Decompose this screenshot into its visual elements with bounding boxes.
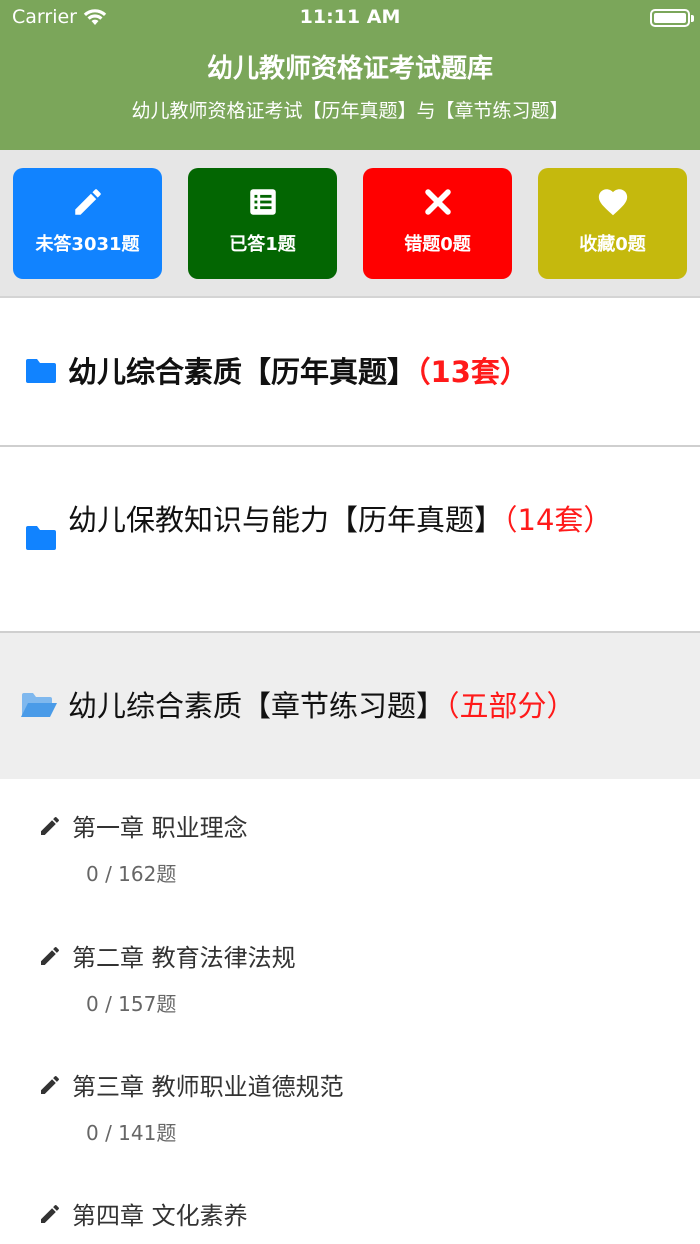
section-count: （13套） <box>416 355 529 389</box>
chapter-progress: 0 / 162题 <box>86 862 177 886</box>
page-subtitle: 幼儿教师资格证考试【历年真题】与【章节练习题】 <box>131 100 569 122</box>
answered-label: 已答1题 <box>229 234 296 255</box>
wrong-answers-button[interactable]: 错题0题 <box>363 168 512 279</box>
section-count: （五部分） <box>445 689 576 723</box>
section-count: （14套） <box>503 503 613 537</box>
pencil-icon <box>41 816 60 835</box>
x-icon <box>424 189 451 215</box>
folder-open-icon <box>21 693 57 717</box>
answered-button[interactable]: 已答1题 <box>188 168 337 279</box>
status-bar: Carrier 11:11 AM <box>0 0 700 36</box>
section-name: 幼儿综合素质【章节练习题】 <box>68 689 446 723</box>
pencil-icon <box>74 189 101 215</box>
chapter-progress: 0 / 141题 <box>86 1121 177 1145</box>
stats-bar: 未答3031题 已答1题 错题0题 收藏0题 <box>0 150 700 298</box>
battery-icon <box>650 9 694 27</box>
chapter-item-4[interactable]: 第四章 文化素养 <box>0 1178 700 1244</box>
page-title: 幼儿教师资格证考试题库 <box>206 54 493 84</box>
heart-icon <box>598 189 627 216</box>
section-row-comprehensive-chapters[interactable]: 幼儿综合素质【章节练习题】（五部分） <box>0 633 700 779</box>
chapter-item-3[interactable]: 第三章 教师职业道德规范 0 / 141题 <box>0 1049 700 1179</box>
section-name: 幼儿综合素质【历年真题】 <box>68 355 417 389</box>
unanswered-button[interactable]: 未答3031题 <box>13 168 162 279</box>
chapter-progress: 0 / 157题 <box>86 992 177 1016</box>
pencil-icon <box>41 1204 60 1223</box>
unanswered-label: 未答3031题 <box>35 234 140 255</box>
chapter-name: 第二章 教育法律法规 <box>72 944 296 972</box>
section-row-care-knowledge-exam[interactable]: 幼儿保教知识与能力【历年真题】（14套） <box>0 447 700 633</box>
chapter-name: 第一章 职业理念 <box>72 814 248 842</box>
pencil-icon <box>41 946 60 965</box>
chapter-item-1[interactable]: 第一章 职业理念 0 / 162题 <box>0 790 700 920</box>
folder-icon <box>26 359 56 383</box>
chapter-name: 第三章 教师职业道德规范 <box>72 1073 344 1101</box>
list-icon <box>249 189 276 215</box>
status-time: 11:11 AM <box>299 6 401 28</box>
wrong-answers-label: 错题0题 <box>404 234 471 255</box>
app-header: Carrier 11:11 AM 幼儿教师资格证考试题库 幼儿教师资格证考试【历… <box>0 0 700 150</box>
favorites-button[interactable]: 收藏0题 <box>538 168 687 279</box>
pencil-icon <box>41 1075 60 1094</box>
section-name: 幼儿保教知识与能力【历年真题】 <box>68 503 504 537</box>
favorites-label: 收藏0题 <box>579 234 646 255</box>
folder-icon <box>26 526 56 550</box>
section-title: 幼儿综合素质【历年真题】（13套） <box>68 353 650 391</box>
section-title: 幼儿保教知识与能力【历年真题】（14套） <box>68 501 650 539</box>
chapter-name: 第四章 文化素养 <box>72 1202 248 1230</box>
section-row-comprehensive-exam[interactable]: 幼儿综合素质【历年真题】（13套） <box>0 299 700 447</box>
chapter-item-2[interactable]: 第二章 教育法律法规 0 / 157题 <box>0 920 700 1050</box>
section-title: 幼儿综合素质【章节练习题】（五部分） <box>68 687 650 725</box>
